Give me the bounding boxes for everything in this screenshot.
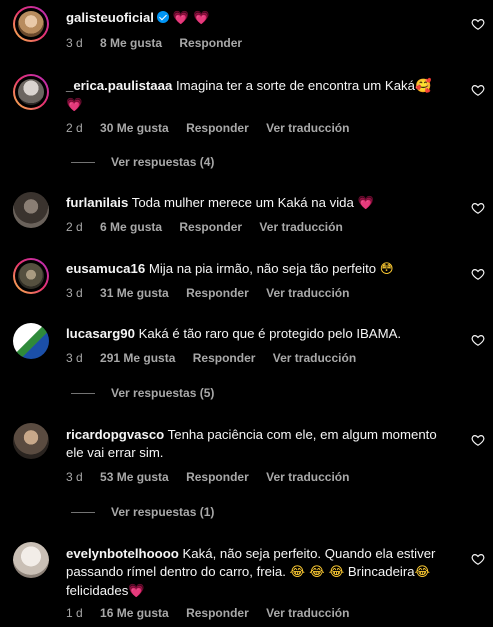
view-replies-label: Ver respuestas (1) bbox=[111, 505, 215, 519]
divider bbox=[71, 392, 95, 394]
reply-button[interactable]: Responder bbox=[186, 286, 249, 300]
emoji: 💗 bbox=[66, 98, 83, 113]
emoji: 😂 😂 😂 bbox=[289, 565, 345, 580]
translate-button[interactable]: Ver traducción bbox=[259, 220, 342, 234]
comment-body: lucasarg90 Kaká é tão raro que é protegi… bbox=[66, 325, 456, 343]
translate-button[interactable]: Ver traducción bbox=[266, 606, 349, 620]
heart-outline-icon[interactable] bbox=[471, 83, 485, 97]
divider bbox=[71, 511, 95, 513]
divider bbox=[71, 161, 95, 163]
emoji: 😳 bbox=[379, 262, 394, 277]
username[interactable]: lucasarg90 bbox=[66, 326, 135, 341]
emoji: 😂 bbox=[414, 565, 431, 580]
comment-body: furlanilais Toda mulher merece um Kaká n… bbox=[66, 194, 456, 213]
comment-body: eusamuca16 Mija na pia irmão, não seja t… bbox=[66, 260, 456, 279]
reply-button[interactable]: Responder bbox=[186, 121, 249, 135]
comment-text: Brincadeira bbox=[347, 564, 415, 579]
verified-badge-icon bbox=[156, 11, 169, 23]
likes-count[interactable]: 30 Me gusta bbox=[100, 121, 169, 135]
comment-text: Kaká é tão raro que é protegido pelo IBA… bbox=[138, 326, 402, 341]
comment-text: felicidades bbox=[66, 583, 129, 598]
heart-outline-icon[interactable] bbox=[471, 17, 485, 31]
heart-outline-icon[interactable] bbox=[471, 433, 485, 447]
emoji: 💗 bbox=[357, 196, 374, 211]
likes-count[interactable]: 6 Me gusta bbox=[100, 220, 162, 234]
reply-button[interactable]: Responder bbox=[186, 606, 249, 620]
reply-button[interactable]: Responder bbox=[186, 470, 249, 484]
emoji: 🥰 bbox=[414, 79, 432, 94]
timestamp: 1 d bbox=[66, 606, 83, 620]
reply-button[interactable]: Responder bbox=[179, 220, 242, 234]
avatar[interactable] bbox=[13, 6, 49, 42]
heart-outline-icon[interactable] bbox=[471, 267, 485, 281]
view-replies-button[interactable]: Ver respuestas (1) bbox=[71, 505, 214, 519]
timestamp: 3 d bbox=[66, 351, 83, 365]
translate-button[interactable]: Ver traducción bbox=[266, 470, 349, 484]
avatar[interactable] bbox=[13, 323, 49, 359]
reply-button[interactable]: Responder bbox=[193, 351, 256, 365]
likes-count[interactable]: 31 Me gusta bbox=[100, 286, 169, 300]
comment-meta: 3 d 53 Me gusta Responder Ver traducción bbox=[66, 470, 363, 484]
timestamp: 2 d bbox=[66, 220, 83, 234]
reply-button[interactable]: Responder bbox=[179, 36, 242, 50]
username[interactable]: galisteuoficial bbox=[66, 10, 154, 25]
likes-count[interactable]: 8 Me gusta bbox=[100, 36, 162, 50]
comment-meta: 3 d 8 Me gusta Responder bbox=[66, 36, 256, 50]
username[interactable]: furlanilais bbox=[66, 195, 128, 210]
comment-meta: 3 d 291 Me gusta Responder Ver traducció… bbox=[66, 351, 370, 365]
translate-button[interactable]: Ver traducción bbox=[266, 121, 349, 135]
timestamp: 3 d bbox=[66, 470, 83, 484]
avatar[interactable] bbox=[13, 542, 49, 578]
view-replies-button[interactable]: Ver respuestas (5) bbox=[71, 386, 214, 400]
emoji: 💗 bbox=[128, 584, 145, 599]
username[interactable]: ricardopgvasco bbox=[66, 427, 164, 442]
likes-count[interactable]: 53 Me gusta bbox=[100, 470, 169, 484]
timestamp: 3 d bbox=[66, 36, 83, 50]
view-replies-label: Ver respuestas (5) bbox=[111, 386, 215, 400]
comment-body: galisteuoficial 💗 💗 bbox=[66, 9, 456, 28]
comment-meta: 1 d 16 Me gusta Responder Ver traducción bbox=[66, 606, 363, 620]
likes-count[interactable]: 16 Me gusta bbox=[100, 606, 169, 620]
view-replies-label: Ver respuestas (4) bbox=[111, 155, 215, 169]
heart-outline-icon[interactable] bbox=[471, 552, 485, 566]
likes-count[interactable]: 291 Me gusta bbox=[100, 351, 175, 365]
comment-meta: 3 d 31 Me gusta Responder Ver traducción bbox=[66, 286, 363, 300]
comment-text: Toda mulher merece um Kaká na vida bbox=[131, 195, 354, 210]
timestamp: 3 d bbox=[66, 286, 83, 300]
avatar[interactable] bbox=[13, 74, 49, 110]
translate-button[interactable]: Ver traducción bbox=[273, 351, 356, 365]
timestamp: 2 d bbox=[66, 121, 83, 135]
username[interactable]: evelynbotelhoooo bbox=[66, 546, 179, 561]
comment-body: ricardopgvasco Tenha paciência com ele, … bbox=[66, 426, 456, 462]
avatar[interactable] bbox=[13, 423, 49, 459]
comment-meta: 2 d 30 Me gusta Responder Ver traducción bbox=[66, 121, 363, 135]
emoji: 💗 💗 bbox=[172, 11, 210, 26]
comment-text: Imagina ter a sorte de encontra um Kaká bbox=[175, 78, 415, 93]
username[interactable]: eusamuca16 bbox=[66, 261, 145, 276]
comment-body: _erica.paulistaaa Imagina ter a sorte de… bbox=[66, 77, 456, 115]
view-replies-button[interactable]: Ver respuestas (4) bbox=[71, 155, 214, 169]
avatar[interactable] bbox=[13, 192, 49, 228]
username[interactable]: _erica.paulistaaa bbox=[66, 78, 172, 93]
translate-button[interactable]: Ver traducción bbox=[266, 286, 349, 300]
avatar[interactable] bbox=[13, 258, 49, 294]
comment-body: evelynbotelhoooo Kaká, não seja perfeito… bbox=[66, 545, 456, 601]
comment-text: Mija na pia irmão, não seja tão perfeito bbox=[148, 261, 377, 276]
heart-outline-icon[interactable] bbox=[471, 201, 485, 215]
heart-outline-icon[interactable] bbox=[471, 333, 485, 347]
comment-meta: 2 d 6 Me gusta Responder Ver traducción bbox=[66, 220, 357, 234]
